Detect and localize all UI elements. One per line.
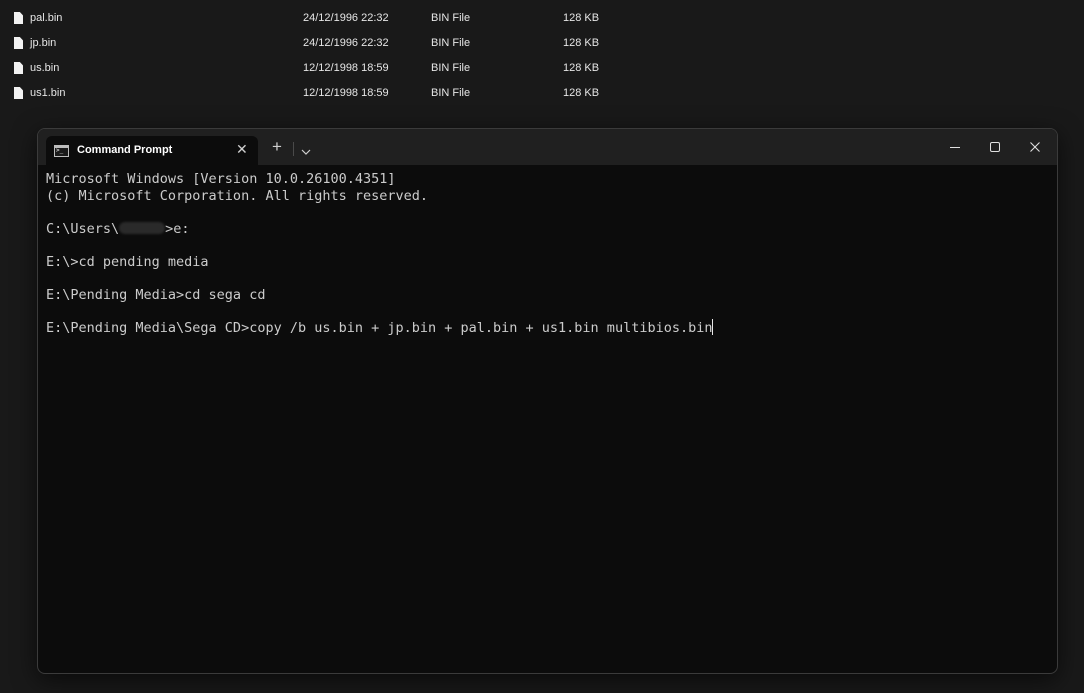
current-command: E:\Pending Media\Sega CD>copy /b us.bin … <box>46 320 713 336</box>
close-tab-icon[interactable]: ✕ <box>236 141 248 157</box>
file-size: 128 KB <box>563 37 600 49</box>
file-size: 128 KB <box>563 62 600 74</box>
file-type: BIN File <box>431 37 471 49</box>
chevron-down-icon[interactable] <box>300 144 312 155</box>
file-date: 24/12/1996 22:32 <box>303 37 389 49</box>
file-row[interactable]: us1.bin 12/12/1998 18:59 BIN File 128 KB <box>0 80 1084 105</box>
terminal-window[interactable]: Command Prompt ✕ + Microsoft <box>37 128 1058 674</box>
tab-command-prompt[interactable]: Command Prompt ✕ <box>46 136 258 165</box>
prompt-line: C:\Users\ >e: <box>46 221 190 238</box>
prompt-line-current[interactable]: E:\Pending Media\Sega CD>copy /b us.bin … <box>46 319 714 337</box>
redacted-username <box>119 222 166 234</box>
file-date: 12/12/1998 18:59 <box>303 87 389 99</box>
new-tab-button[interactable]: + <box>272 138 282 155</box>
prompt-line: E:\>cd pending media <box>46 254 209 270</box>
close-icon <box>1030 142 1040 152</box>
file-type: BIN File <box>431 12 471 24</box>
prompt-command: >e: <box>165 221 190 237</box>
file-icon <box>14 12 23 24</box>
file-icon <box>14 37 23 49</box>
file-row[interactable]: jp.bin 24/12/1996 22:32 BIN File 128 KB <box>0 30 1084 55</box>
command-prompt-icon <box>54 145 69 157</box>
maximize-icon <box>990 142 1000 152</box>
file-name: us1.bin <box>30 87 66 99</box>
file-date: 12/12/1998 18:59 <box>303 62 389 74</box>
tab-separator <box>293 142 294 156</box>
file-list: pal.bin 24/12/1996 22:32 BIN File 128 KB… <box>0 5 1084 105</box>
maximize-button[interactable] <box>975 129 1015 165</box>
file-name: jp.bin <box>30 37 57 49</box>
file-size: 128 KB <box>563 87 600 99</box>
minimize-icon <box>950 147 960 148</box>
prompt-prefix: C:\Users\ <box>46 221 120 237</box>
tab-title: Command Prompt <box>77 144 173 156</box>
close-window-button[interactable] <box>1015 129 1055 165</box>
prompt-line: E:\Pending Media>cd sega cd <box>46 287 266 303</box>
file-icon <box>14 87 23 99</box>
file-name: pal.bin <box>30 12 63 24</box>
text-cursor <box>712 319 714 335</box>
minimize-button[interactable] <box>935 129 975 165</box>
file-row[interactable]: pal.bin 24/12/1996 22:32 BIN File 128 KB <box>0 5 1084 30</box>
output-line: Microsoft Windows [Version 10.0.26100.43… <box>46 171 396 187</box>
title-bar[interactable]: Command Prompt ✕ + <box>38 129 1057 165</box>
file-date: 24/12/1996 22:32 <box>303 12 389 24</box>
file-name: us.bin <box>30 62 60 74</box>
file-row[interactable]: us.bin 12/12/1998 18:59 BIN File 128 KB <box>0 55 1084 80</box>
file-icon <box>14 62 23 74</box>
output-line: (c) Microsoft Corporation. All rights re… <box>46 188 429 204</box>
file-size: 128 KB <box>563 12 600 24</box>
file-type: BIN File <box>431 62 471 74</box>
file-type: BIN File <box>431 87 471 99</box>
